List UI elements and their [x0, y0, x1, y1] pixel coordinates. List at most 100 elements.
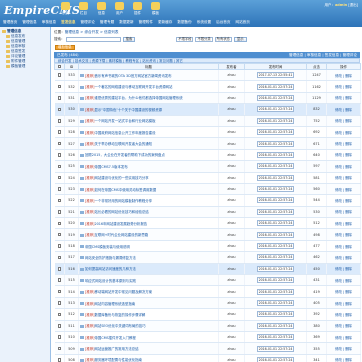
row-title-link[interactable]: 帝国CMS模板安装与使用说明 — [85, 245, 130, 249]
table-row[interactable]: 517 网站安全防护措施与漏洞修复方法 zhou 2016-01-01 22:57:2… — [54, 251, 361, 264]
row-title-link[interactable]: 移动端网站开发中常见问题及解决方案 — [94, 290, 152, 294]
row-actions[interactable]: 修改 | 删除 — [326, 194, 361, 207]
table-row[interactable]: 528 [推荐]中国政府网站信息公开工作年度报告建设 zhou 2016-01-01 … — [54, 126, 361, 139]
row-title-link[interactable]: 如何提高网站访问速度的几种方法 — [85, 267, 136, 271]
row-actions[interactable]: 修改 | 删除 — [326, 69, 361, 82]
table-row[interactable]: 513 [推荐]网站内容管理系统选型指南 zhou 2016-01-01 22:57:… — [54, 297, 361, 310]
row-actions[interactable]: 修改 | 删除 — [326, 331, 361, 344]
row-actions[interactable]: 修改 | 删除 — [326, 160, 361, 173]
row-actions[interactable]: 修改 | 删除 — [326, 240, 361, 253]
nav-item-0[interactable]: 管理首页 — [3, 20, 17, 25]
row-actions[interactable]: 修改 | 删除 — [326, 137, 361, 150]
nav-item-12[interactable]: 网站首页 — [236, 20, 250, 25]
top-icon-3[interactable]: 用户 — [112, 2, 127, 16]
nav-item-8[interactable]: 更新缓存 — [158, 20, 172, 25]
row-actions[interactable]: 修改 | 删除 — [326, 126, 361, 139]
row-title-link[interactable]: 一个非常好用的网站模板制作教程分享 — [94, 199, 152, 203]
row-checkbox[interactable] — [57, 153, 61, 157]
nav-item-4[interactable]: 管理评论 — [81, 20, 95, 25]
nav-item-5[interactable]: 管理专题 — [100, 20, 114, 25]
row-title-link[interactable]: 2016年网站建设发展趋势分析报告 — [94, 222, 147, 226]
top-icon-2[interactable]: 信息 — [94, 2, 109, 16]
table-row[interactable]: 515 响应式网站设计的基本原则与实践 zhou 2016-01-01 22:57:2… — [54, 274, 361, 287]
row-actions[interactable]: 修改 | 删除 — [326, 354, 361, 362]
row-actions[interactable]: 修改 | 删除 — [326, 206, 361, 219]
top-icon-0[interactable]: 系统 — [58, 2, 73, 16]
table-row[interactable]: 532 [推荐]一个著名的网络建设与移动互联网开发平台资源网站 zhou 2016-0… — [54, 80, 361, 93]
table-row[interactable]: 525 [推荐]帝国CMS7.5版本发布 zhou 2016-01-01 22:57:… — [54, 160, 361, 173]
row-checkbox[interactable] — [57, 232, 61, 237]
row-actions[interactable]: 修改 | 删除 — [326, 263, 361, 276]
table-row[interactable]: 522 [推荐]一个非常好用的网站模板制作教程分享 zhou 2016-01-01 2… — [54, 194, 361, 207]
table-row[interactable]: 510 [推荐]帝国CMS插件开发入门教程 zhou 2016-01-01 22:57… — [54, 331, 361, 344]
panel-links[interactable]: 管理信息 | 审核信息 | 签发信息 | 管理评论 — [289, 52, 357, 58]
row-actions[interactable]: 修改 | 删除 — [326, 320, 361, 333]
row-checkbox[interactable] — [57, 198, 61, 203]
row-checkbox[interactable] — [57, 255, 61, 260]
table-row[interactable]: 530 [推荐]显示"中国特色"十个关于中国建设的视频资源 zhou 2016-01-… — [54, 103, 361, 116]
row-actions[interactable]: 修改 | 删除 — [326, 172, 361, 184]
row-actions[interactable]: 修改 | 删除 — [326, 274, 361, 287]
table-row[interactable]: 521 [推荐]站长必看的网站优化技巧和经验总结 zhou 2016-01-01 22… — [54, 206, 361, 219]
table-row[interactable]: 514 [推荐]移动端网站开发中常见问题及解决方案 zhou 2016-01-01 2… — [54, 285, 361, 298]
table-row[interactable]: 523 [推荐]如何在帝国CMS中使用灵动标签调用数据 zhou 2016-01-01… — [54, 183, 361, 196]
row-checkbox[interactable] — [57, 175, 61, 180]
row-checkbox[interactable] — [57, 221, 61, 226]
row-checkbox[interactable] — [57, 301, 61, 305]
sidebar-item-6[interactable]: 模板管理 — [2, 64, 48, 69]
nav-item-3[interactable]: 签发信息 — [61, 20, 75, 25]
row-checkbox[interactable] — [57, 187, 61, 191]
row-checkbox[interactable] — [57, 210, 61, 214]
table-row[interactable]: 526 回顾2015，大企业在开发者的帮助下成功的案例盘点 zhou 2016-01-… — [54, 149, 361, 162]
nav-item-10[interactable]: 系统设置 — [197, 20, 211, 25]
row-checkbox[interactable] — [57, 267, 61, 271]
row-title-link[interactable]: 服务器环境配置与性能优化指南 — [94, 358, 141, 362]
row-checkbox[interactable] — [57, 96, 61, 100]
row-title-link[interactable]: 一个著名的网络建设与移动互联网开发平台资源网站 — [94, 85, 172, 89]
table-row[interactable]: 520 [推荐]2016年网站建设发展趋势分析报告 zhou 2016-01-01 2… — [54, 217, 361, 230]
row-title-link[interactable]: 如何在帝国CMS中使用灵动标签调用数据 — [94, 188, 156, 192]
row-title-link[interactable]: 响应式网站设计的基本原则与实践 — [85, 279, 136, 283]
table-row[interactable]: 516 如何提高网站访问速度的几种方法 zhou 2016-01-01 22:57:2… — [54, 263, 361, 276]
row-checkbox[interactable] — [57, 324, 61, 328]
table-row[interactable]: 518 帝国CMS模板安装与使用说明 zhou 2016-01-01 22:57:24… — [54, 240, 361, 253]
table-row[interactable]: 533 [推荐]音乐有声书城的OTA 3D官方网站官方新闻资讯发布 zhou 2017… — [54, 69, 361, 82]
table-row[interactable]: 527 [推荐]关于举办移动互联网开发者大会的通知 zhou 2016-01-01 2… — [54, 137, 361, 150]
row-actions[interactable]: 修改 | 删除 — [326, 342, 361, 355]
row-actions[interactable]: 修改 | 删除 — [326, 297, 361, 310]
row-checkbox[interactable] — [57, 141, 61, 146]
row-checkbox[interactable] — [57, 278, 61, 282]
row-actions[interactable]: 修改 | 删除 — [326, 217, 361, 230]
row-title-link[interactable]: 帝国CMS插件开发入门教程 — [94, 336, 135, 340]
row-title-link[interactable]: 音乐有声书城的OTA 3D官方网站官方新闻资讯发布 — [94, 74, 171, 78]
logout-link[interactable]: [退出] — [347, 3, 358, 7]
nav-item-2[interactable]: 审核信息 — [42, 20, 56, 25]
row-title-link[interactable]: 一个网站开发一站式平台和行业网站模板 — [94, 119, 155, 123]
table-row[interactable]: 519 [推荐]互联网+时代企业网站建设的新思路 zhou 2016-01-01 22… — [54, 228, 361, 241]
row-actions[interactable]: 修改 | 删除 — [326, 92, 361, 105]
table-row[interactable]: 524 [推荐]网站建设与优化的一些实用技巧分享 zhou 2016-01-01 22… — [54, 172, 361, 184]
row-title-link[interactable]: 帝国CMS7.5版本发布 — [94, 165, 127, 169]
search-button[interactable]: 搜索 — [122, 36, 136, 42]
search-input[interactable] — [65, 36, 121, 42]
row-actions[interactable]: 修改 | 删除 — [326, 228, 361, 241]
row-title-link[interactable]: 网站运营推广的常用方法总结 — [94, 347, 138, 351]
nav-item-1[interactable]: 管理信息 — [22, 20, 36, 25]
display-button[interactable]: 显示 — [233, 36, 247, 42]
table-row[interactable]: 531 [推荐]谁是优秀的建站平台，为什么他们都选择帝国网站管理系统 zhou 201… — [54, 92, 361, 105]
row-checkbox[interactable] — [57, 335, 61, 339]
select-all-checkbox[interactable] — [57, 64, 62, 69]
row-actions[interactable]: 修改 | 删除 — [326, 251, 361, 264]
status-select[interactable]: 所有状态 — [214, 36, 232, 42]
nav-item-11[interactable]: 后台首页 — [216, 20, 230, 25]
row-title-link[interactable]: 关于举办移动互联网开发者大会的通知 — [94, 142, 152, 146]
top-icon-4[interactable]: 插件 — [130, 2, 145, 16]
row-actions[interactable]: 修改 | 删除 — [326, 80, 361, 93]
nav-item-9[interactable]: 数据备份 — [177, 20, 191, 25]
row-checkbox[interactable] — [57, 130, 61, 134]
breadcrumb-link[interactable]: 管理信息 > 综合开发 > 信息列表 — [65, 30, 119, 34]
row-title-link[interactable]: 显示"中国特色"十个关于中国建设的视频资源 — [94, 108, 162, 112]
add-info-button[interactable]: 增加信息 — [55, 44, 75, 50]
row-actions[interactable]: 修改 | 删除 — [326, 308, 361, 321]
row-title-link[interactable]: 互联网+时代企业网站建设的新思路 — [94, 233, 148, 237]
